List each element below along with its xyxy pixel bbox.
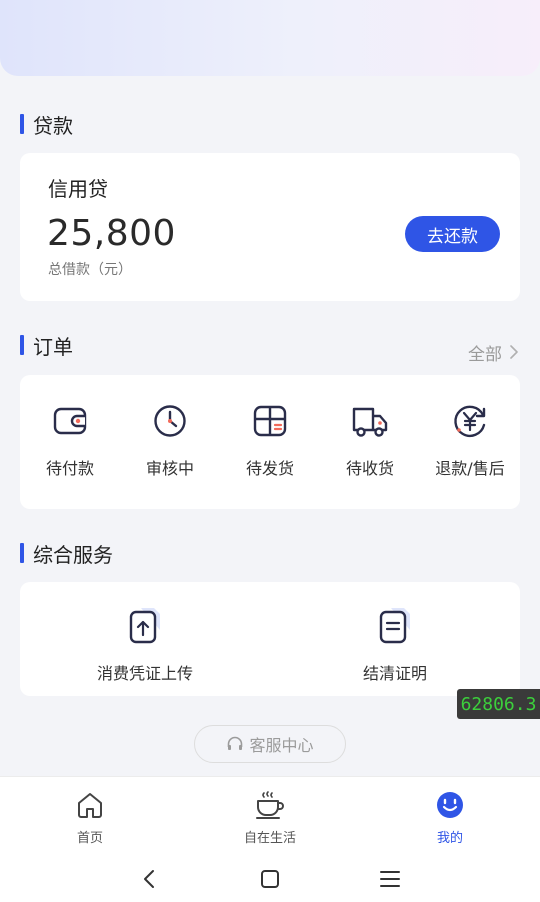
services-card: 消费凭证上传 结清证明 [20,582,520,696]
back-icon[interactable] [138,867,162,891]
section-title-text: 综合服务 [33,542,113,567]
section-accent-bar [20,114,24,134]
floating-value-badge: 62806.3 [457,689,540,719]
section-title-text: 贷款 [33,113,73,138]
nav-home[interactable]: 首页 [0,777,180,856]
repay-button[interactable]: 去还款 [405,216,500,252]
coffee-icon [256,791,284,819]
home-icon [78,793,102,818]
orders-card: 待付款 审核中 待发货 待收货 退款/售后 [20,375,520,509]
order-item-label: 待付款 [45,459,94,478]
view-all-orders-link[interactable]: 全部 [468,340,520,365]
service-item-label: 消费凭证上传 [96,664,193,683]
loan-product-name: 信用贷 [48,177,108,201]
bottom-navigation: 首页 自在生活 我的 [0,776,540,856]
service-item-label: 结清证明 [362,664,427,683]
truck-icon [352,407,388,437]
service-upload-receipt[interactable]: 消费凭证上传 [20,582,270,696]
view-all-label: 全部 [468,344,502,365]
order-awaiting-receipt[interactable]: 待收货 [320,375,420,509]
section-title-loans: 贷款 [20,111,73,138]
section-accent-bar [20,335,24,355]
nav-mine[interactable]: 我的 [360,777,540,856]
system-navigation-bar [0,856,540,902]
order-under-review[interactable]: 审核中 [120,375,220,509]
section-title-services: 综合服务 [20,540,113,567]
section-title-orders: 订单 [20,332,73,359]
section-accent-bar [20,543,24,563]
header-banner [0,0,540,76]
clock-icon [154,405,186,437]
headset-icon [228,736,243,750]
order-item-label: 审核中 [145,459,194,478]
chevron-right-icon [510,345,518,359]
order-refund-aftersale[interactable]: 退款/售后 [420,375,520,509]
order-item-label: 待发货 [245,459,294,478]
customer-service-button[interactable]: 客服中心 [194,725,346,763]
wallet-icon [53,407,87,435]
order-item-label: 退款/售后 [435,459,505,478]
loan-card[interactable]: 信用贷 25,800 总借款（元） 去还款 [20,153,520,301]
upload-document-icon [129,608,160,644]
customer-service-label: 客服中心 [249,736,314,755]
loan-amount: 25,800 [47,213,176,254]
order-pending-payment[interactable]: 待付款 [20,375,120,509]
nav-life[interactable]: 自在生活 [180,777,360,856]
certificate-document-icon [379,608,410,644]
yen-refund-icon [454,405,486,438]
nav-label: 我的 [436,831,463,846]
loan-amount-caption: 总借款（元） [48,262,132,278]
smile-icon [437,792,463,818]
package-icon [253,405,287,437]
service-settlement-certificate[interactable]: 结清证明 [270,582,520,696]
nav-label: 首页 [76,831,103,846]
order-awaiting-shipment[interactable]: 待发货 [220,375,320,509]
home-square-icon[interactable] [258,867,282,891]
nav-label: 自在生活 [243,831,296,846]
section-title-text: 订单 [33,334,73,359]
order-item-label: 待收货 [345,459,394,478]
menu-lines-icon[interactable] [378,867,402,891]
